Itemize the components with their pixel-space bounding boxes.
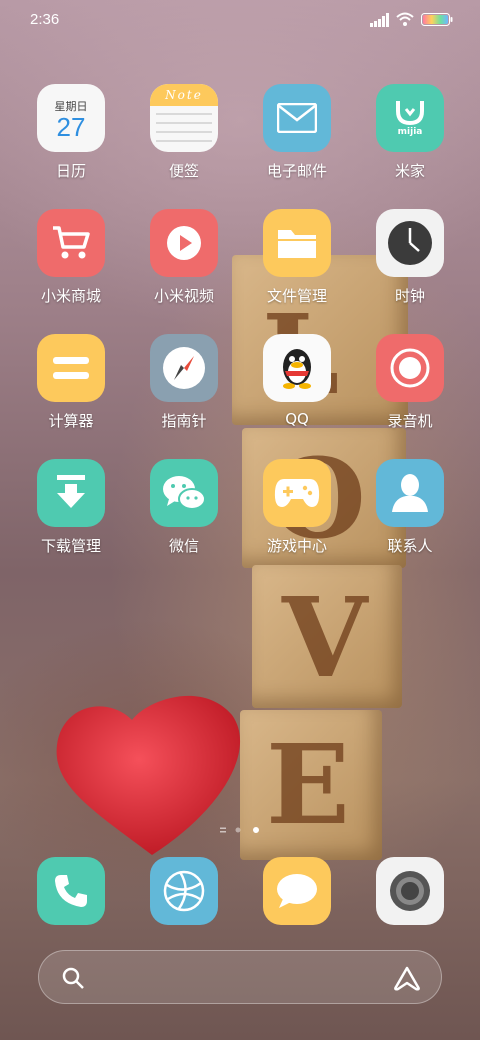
app-label: 小米商城	[40, 287, 101, 305]
app-wechat[interactable]: 微信	[128, 459, 240, 556]
app-contacts[interactable]: 联系人	[354, 459, 466, 556]
phone-icon	[37, 857, 105, 925]
app-label: 联系人	[387, 537, 433, 555]
page-indicator	[220, 827, 259, 833]
app-file-manager[interactable]: 文件管理	[241, 209, 353, 306]
search-bar[interactable]	[38, 950, 442, 1004]
person-icon	[376, 459, 444, 527]
app-calculator[interactable]: 计算器	[15, 334, 127, 431]
app-qq[interactable]: QQ	[241, 334, 353, 428]
play-icon	[150, 209, 218, 277]
app-label: 下载管理	[40, 537, 101, 555]
dock-messages[interactable]	[241, 857, 353, 925]
wifi-icon	[396, 12, 414, 26]
app-label: 游戏中心	[266, 537, 327, 555]
calendar-icon: 星期日 27	[37, 84, 105, 152]
app-label: 录音机	[387, 412, 433, 430]
penguin-icon	[263, 334, 331, 402]
dock-browser[interactable]	[128, 857, 240, 925]
globe-icon	[150, 857, 218, 925]
folder-icon	[263, 209, 331, 277]
download-icon	[37, 459, 105, 527]
mijia-logo-text: mijia	[397, 127, 423, 137]
app-label: 便签	[168, 162, 199, 180]
app-clock[interactable]: 时钟	[354, 209, 466, 306]
app-mi-store[interactable]: 小米商城	[15, 209, 127, 306]
clock-icon	[376, 209, 444, 277]
app-downloads[interactable]: 下载管理	[15, 459, 127, 556]
app-game-center[interactable]: 游戏中心	[241, 459, 353, 556]
chat-bubble-icon	[263, 857, 331, 925]
assistant-icon[interactable]	[393, 965, 421, 991]
shopping-cart-icon	[37, 209, 105, 277]
app-label: 指南针	[161, 412, 207, 430]
status-time: 2:36	[30, 11, 60, 28]
notes-lines	[156, 113, 212, 142]
app-label: 小米视频	[153, 287, 214, 305]
app-label: 时钟	[394, 287, 425, 305]
wallpaper-letter-v: V	[282, 573, 368, 702]
notes-banner: Note	[150, 84, 218, 106]
app-compass[interactable]: 指南针	[128, 334, 240, 431]
search-icon[interactable]	[61, 966, 85, 990]
app-notes[interactable]: Note 便签	[128, 84, 240, 181]
app-calendar[interactable]: 星期日 27 日历	[15, 84, 127, 181]
app-label: 文件管理	[266, 287, 327, 305]
battery-icon	[421, 13, 453, 26]
envelope-icon	[263, 84, 331, 152]
app-label: 米家	[394, 162, 425, 180]
app-email[interactable]: 电子邮件	[241, 84, 353, 181]
calendar-day-number: 27	[56, 112, 86, 142]
signal-icon	[370, 13, 389, 27]
dock-phone[interactable]	[15, 857, 127, 925]
status-bar: 2:36	[0, 0, 480, 40]
record-icon	[376, 334, 444, 402]
wallpaper-block-v: V	[252, 565, 402, 708]
dock-camera[interactable]	[354, 857, 466, 925]
app-label: 计算器	[48, 412, 94, 430]
app-mijia[interactable]: mijia 米家	[354, 84, 466, 181]
camera-icon	[376, 857, 444, 925]
wallpaper-letter-e: E	[266, 720, 350, 849]
app-label: 日历	[55, 162, 86, 180]
gamepad-icon	[263, 459, 331, 527]
equals-icon	[37, 334, 105, 402]
app-label: 电子邮件	[266, 162, 327, 180]
notes-icon: Note	[150, 84, 218, 152]
app-label: 微信	[168, 537, 199, 555]
app-label: QQ	[285, 410, 309, 428]
app-recorder[interactable]: 录音机	[354, 334, 466, 431]
app-mi-video[interactable]: 小米视频	[128, 209, 240, 306]
mijia-icon: mijia	[376, 84, 444, 152]
compass-icon	[150, 334, 218, 402]
wechat-icon	[150, 459, 218, 527]
wallpaper-block-e: E	[240, 710, 382, 860]
